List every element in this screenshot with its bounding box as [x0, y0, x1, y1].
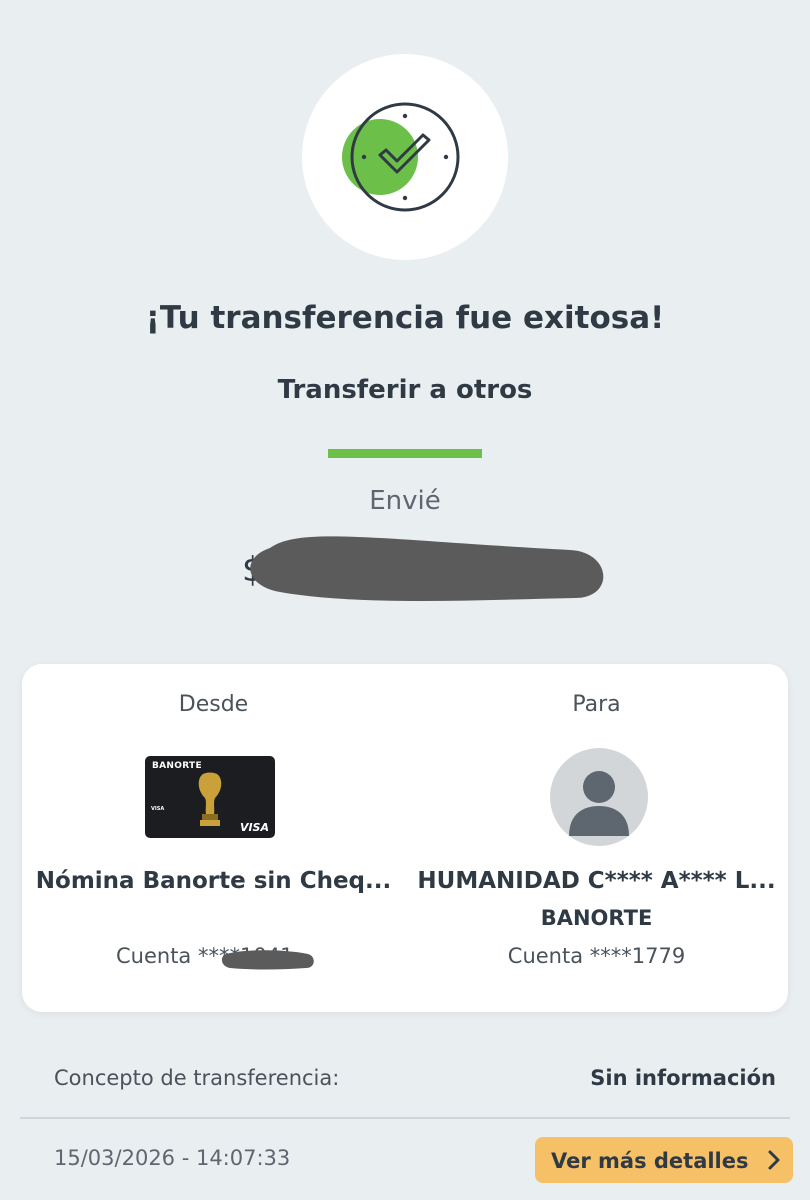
card-network: VISA: [239, 821, 269, 834]
from-section: Desde BANORTE VISA VISA Nómina Banorte s…: [22, 664, 405, 1012]
from-account-name: Nómina Banorte sin Cheq...: [35, 868, 392, 894]
details-button-label: Ver más detalles: [551, 1149, 749, 1173]
to-account-name: HUMANIDAD C**** A**** L...: [417, 868, 776, 894]
divider: [20, 1117, 790, 1119]
transfer-summary-card: Desde BANORTE VISA VISA Nómina Banorte s…: [22, 664, 788, 1012]
accent-bar: [328, 449, 482, 458]
sent-label: Envié: [369, 486, 441, 516]
page-title: ¡Tu transferencia fue exitosa!: [145, 300, 665, 336]
trophy-icon: [198, 772, 222, 826]
to-bank-name: BANORTE: [540, 906, 653, 930]
redaction-mark: [221, 950, 314, 970]
to-section: Para HUMANIDAD C**** A**** L... BANORTE …: [405, 664, 788, 1012]
card-network-small: VISA: [151, 806, 165, 812]
chevron-right-icon: [768, 1150, 780, 1170]
to-heading: Para: [572, 692, 621, 717]
concept-label: Concepto de transferencia:: [54, 1066, 340, 1090]
amount-display: $: [240, 528, 610, 608]
transfer-type: Transferir a otros: [277, 375, 533, 405]
success-badge: [302, 54, 508, 260]
concept-value: Sin información: [590, 1066, 776, 1090]
transfer-timestamp: 15/03/2026 - 14:07:33: [54, 1146, 291, 1170]
view-more-details-button[interactable]: Ver más detalles: [535, 1137, 793, 1183]
user-avatar-icon: [550, 748, 648, 846]
bank-card-image: BANORTE VISA VISA: [145, 756, 275, 838]
from-heading: Desde: [178, 692, 249, 717]
check-clock-icon: [342, 102, 460, 212]
redaction-mark: [250, 536, 604, 601]
to-account-number: Cuenta ****1779: [507, 944, 686, 968]
